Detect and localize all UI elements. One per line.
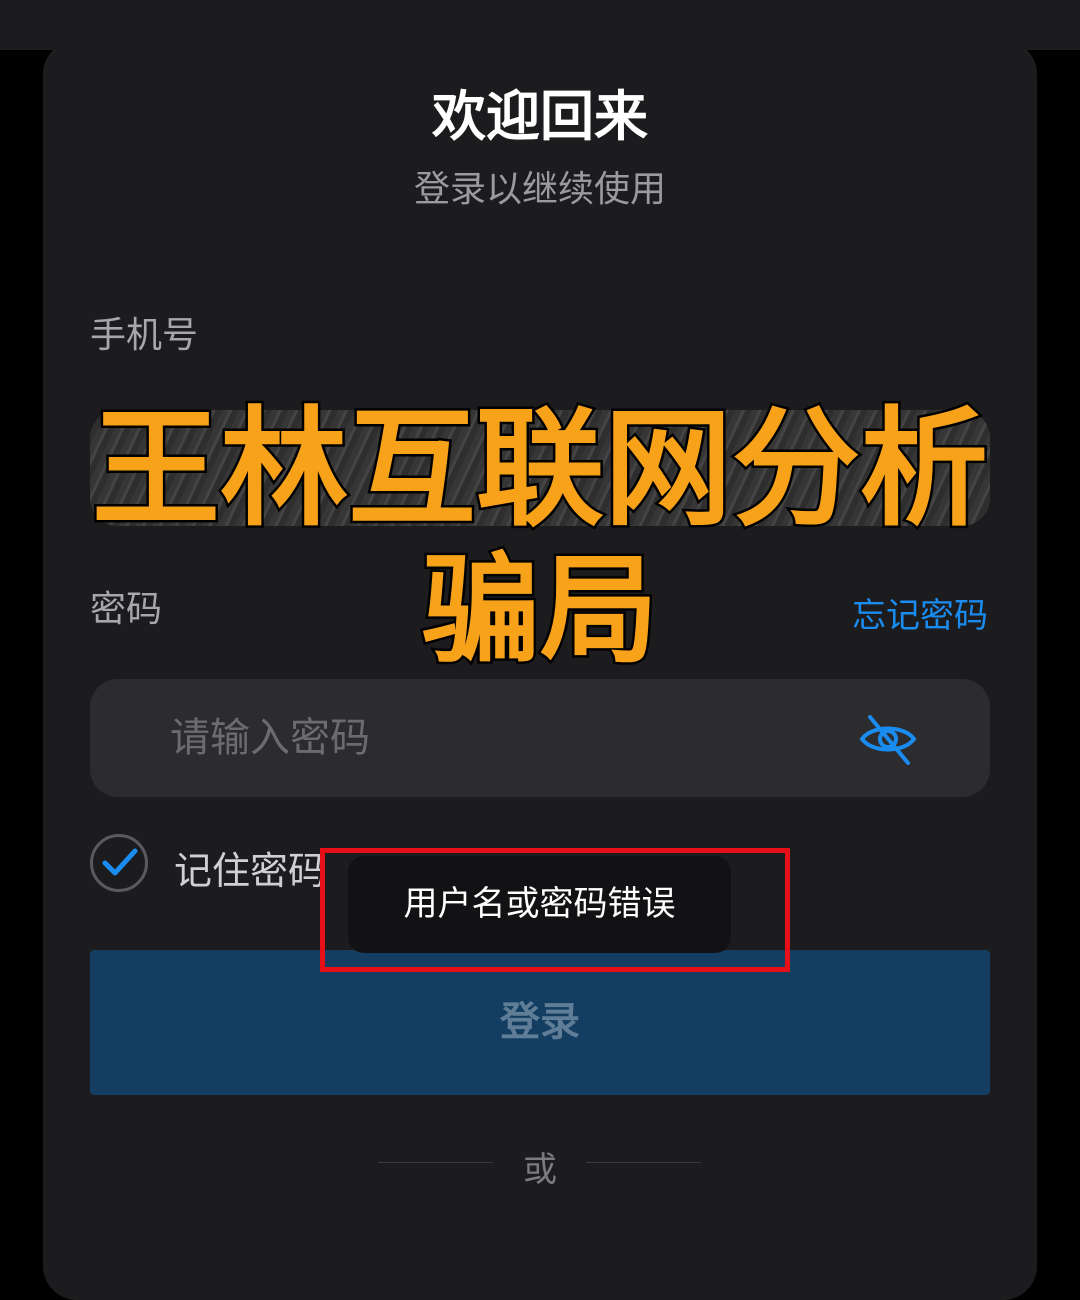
watermark-line-1: 王林互联网分析 xyxy=(89,393,990,547)
checkmark-icon xyxy=(102,848,138,876)
password-field[interactable] xyxy=(90,679,990,797)
remember-checkbox[interactable] xyxy=(90,834,148,892)
divider-text: 或 xyxy=(523,1150,557,1190)
remember-label: 记住密码 xyxy=(174,849,327,893)
highlight-box xyxy=(320,848,790,972)
divider-line-right xyxy=(586,1162,701,1163)
phone-label: 手机号 xyxy=(90,315,199,356)
password-input[interactable] xyxy=(168,707,822,769)
forgot-password-link[interactable]: 忘记密码 xyxy=(852,588,988,637)
page-title: 欢迎回来 xyxy=(432,85,648,148)
eye-off-icon[interactable] xyxy=(858,709,918,769)
password-label: 密码 xyxy=(90,589,163,630)
page-subtitle: 登录以继续使用 xyxy=(413,169,666,210)
